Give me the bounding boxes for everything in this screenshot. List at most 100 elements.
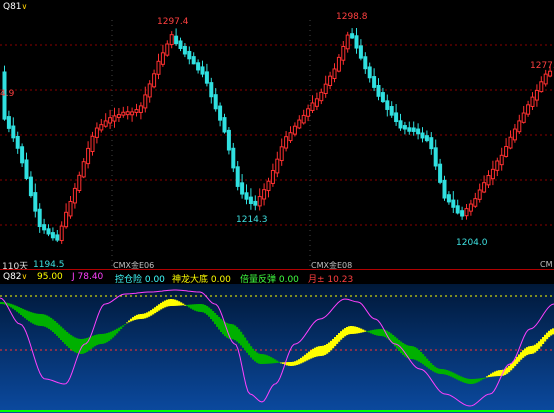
candlestick: [446, 191, 451, 205]
ribbon-slice: [314, 347, 317, 358]
ribbon-slice: [258, 353, 261, 364]
candlestick: [218, 102, 223, 127]
ribbon-slice: [298, 359, 301, 365]
candlestick: [473, 192, 478, 208]
ribbon-slice: [58, 324, 61, 338]
ribbon-slice: [262, 354, 265, 364]
candlestick: [354, 28, 359, 54]
indicator-value-j: J 78.40: [72, 272, 104, 282]
ribbon-slice: [112, 330, 115, 338]
ribbon-slice: [22, 308, 25, 317]
ribbon-slice: [394, 336, 397, 347]
ribbon-slice: [510, 363, 513, 371]
ribbon-slice: [254, 350, 257, 362]
sub-panel-title[interactable]: Q82∨: [3, 272, 27, 282]
ribbon-slice: [484, 377, 487, 379]
ribbon-slice: [158, 304, 161, 311]
price-chart-panel[interactable]: Q81∨ 4.9 1297.4 1298.8 1277. 1214.3 1204…: [0, 0, 554, 272]
ribbon-slice: [306, 353, 309, 361]
ribbon-slice: [106, 333, 109, 343]
ribbon-slice: [472, 378, 475, 384]
candlestick: [231, 142, 236, 173]
ribbon-slice: [458, 375, 461, 381]
candlestick: [385, 94, 390, 117]
ribbon-slice: [242, 334, 245, 348]
chevron-down-icon[interactable]: ∨: [22, 2, 28, 11]
ribbon-slice: [376, 329, 379, 336]
ribbon-slice: [290, 362, 293, 366]
candlestick: [482, 175, 487, 194]
ribbon-slice: [244, 337, 247, 351]
ribbon-slice: [10, 303, 13, 308]
ribbon-slice: [256, 352, 259, 363]
candlestick: [160, 44, 165, 67]
trading-chart-window: Q81∨ 4.9 1297.4 1298.8 1277. 1214.3 1204…: [0, 0, 554, 413]
candlestick: [94, 122, 99, 144]
candlestick: [416, 123, 421, 140]
candlestick: [156, 53, 161, 80]
ribbon-slice: [286, 362, 289, 366]
main-panel-title[interactable]: Q81∨: [3, 2, 27, 12]
ribbon-slice: [92, 335, 95, 348]
ribbon-slice: [144, 313, 147, 319]
candlestick: [196, 59, 201, 74]
ribbon-slice: [96, 334, 99, 346]
candlestick: [134, 103, 139, 117]
ribbon-slice: [116, 328, 119, 334]
ribbon-slice: [178, 301, 181, 306]
ribbon-slice: [348, 326, 351, 335]
ribbon-slice: [216, 314, 219, 327]
ribbon-slice: [448, 370, 451, 376]
candlestick: [55, 229, 60, 243]
candlestick: [328, 71, 333, 89]
ribbon-slice: [418, 350, 421, 362]
ribbon-slice: [530, 346, 533, 354]
ribbon-slice: [126, 322, 129, 324]
ribbon-slice: [534, 344, 537, 353]
ribbon-slice: [18, 307, 21, 314]
ribbon-slice: [24, 309, 27, 319]
indicator-panel[interactable]: [0, 284, 554, 413]
ribbon-slice: [524, 348, 527, 357]
ribbon-slice: [520, 352, 523, 360]
candlestick: [442, 175, 447, 201]
ribbon-slice: [230, 324, 233, 339]
candlestick: [152, 69, 157, 89]
ribbon-slice: [210, 309, 213, 319]
ribbon-slice: [132, 317, 135, 321]
ribbon-slice: [114, 329, 117, 336]
ribbon-slice: [152, 308, 155, 315]
candlestick: [68, 196, 73, 219]
ribbon-slice: [8, 303, 11, 307]
ribbon-slice: [146, 312, 149, 318]
ribbon-slice: [532, 345, 535, 354]
candlestick: [108, 109, 113, 129]
ribbon-slice: [466, 378, 469, 384]
ribbon-slice: [154, 307, 157, 314]
candlestick: [24, 152, 29, 181]
ribbon-slice: [42, 314, 45, 327]
candlestick: [358, 39, 363, 61]
ribbon-slice: [344, 328, 347, 337]
ribbon-slice: [300, 357, 303, 364]
ribbon-slice: [272, 358, 275, 364]
ribbon-slice: [278, 361, 281, 363]
chevron-down-icon[interactable]: ∨: [22, 272, 28, 281]
ribbon-slice: [220, 318, 223, 332]
candlestick: [77, 171, 82, 194]
ribbon-slice: [118, 327, 121, 332]
candlestick: [332, 63, 337, 83]
candlestick: [209, 77, 214, 104]
candlestick: [394, 104, 399, 126]
ribbon-slice: [374, 329, 377, 335]
ribbon-slice: [518, 354, 521, 362]
candlestick: [169, 31, 174, 49]
candlestick-chart: [0, 20, 554, 268]
ribbon-slice: [110, 331, 113, 340]
ribbon-slice: [324, 345, 327, 355]
candlestick: [323, 75, 328, 98]
ribbon-slice: [270, 357, 273, 364]
price-label-right: 1277.: [530, 61, 554, 71]
ribbon-slice: [204, 304, 207, 314]
candlestick: [72, 183, 77, 209]
